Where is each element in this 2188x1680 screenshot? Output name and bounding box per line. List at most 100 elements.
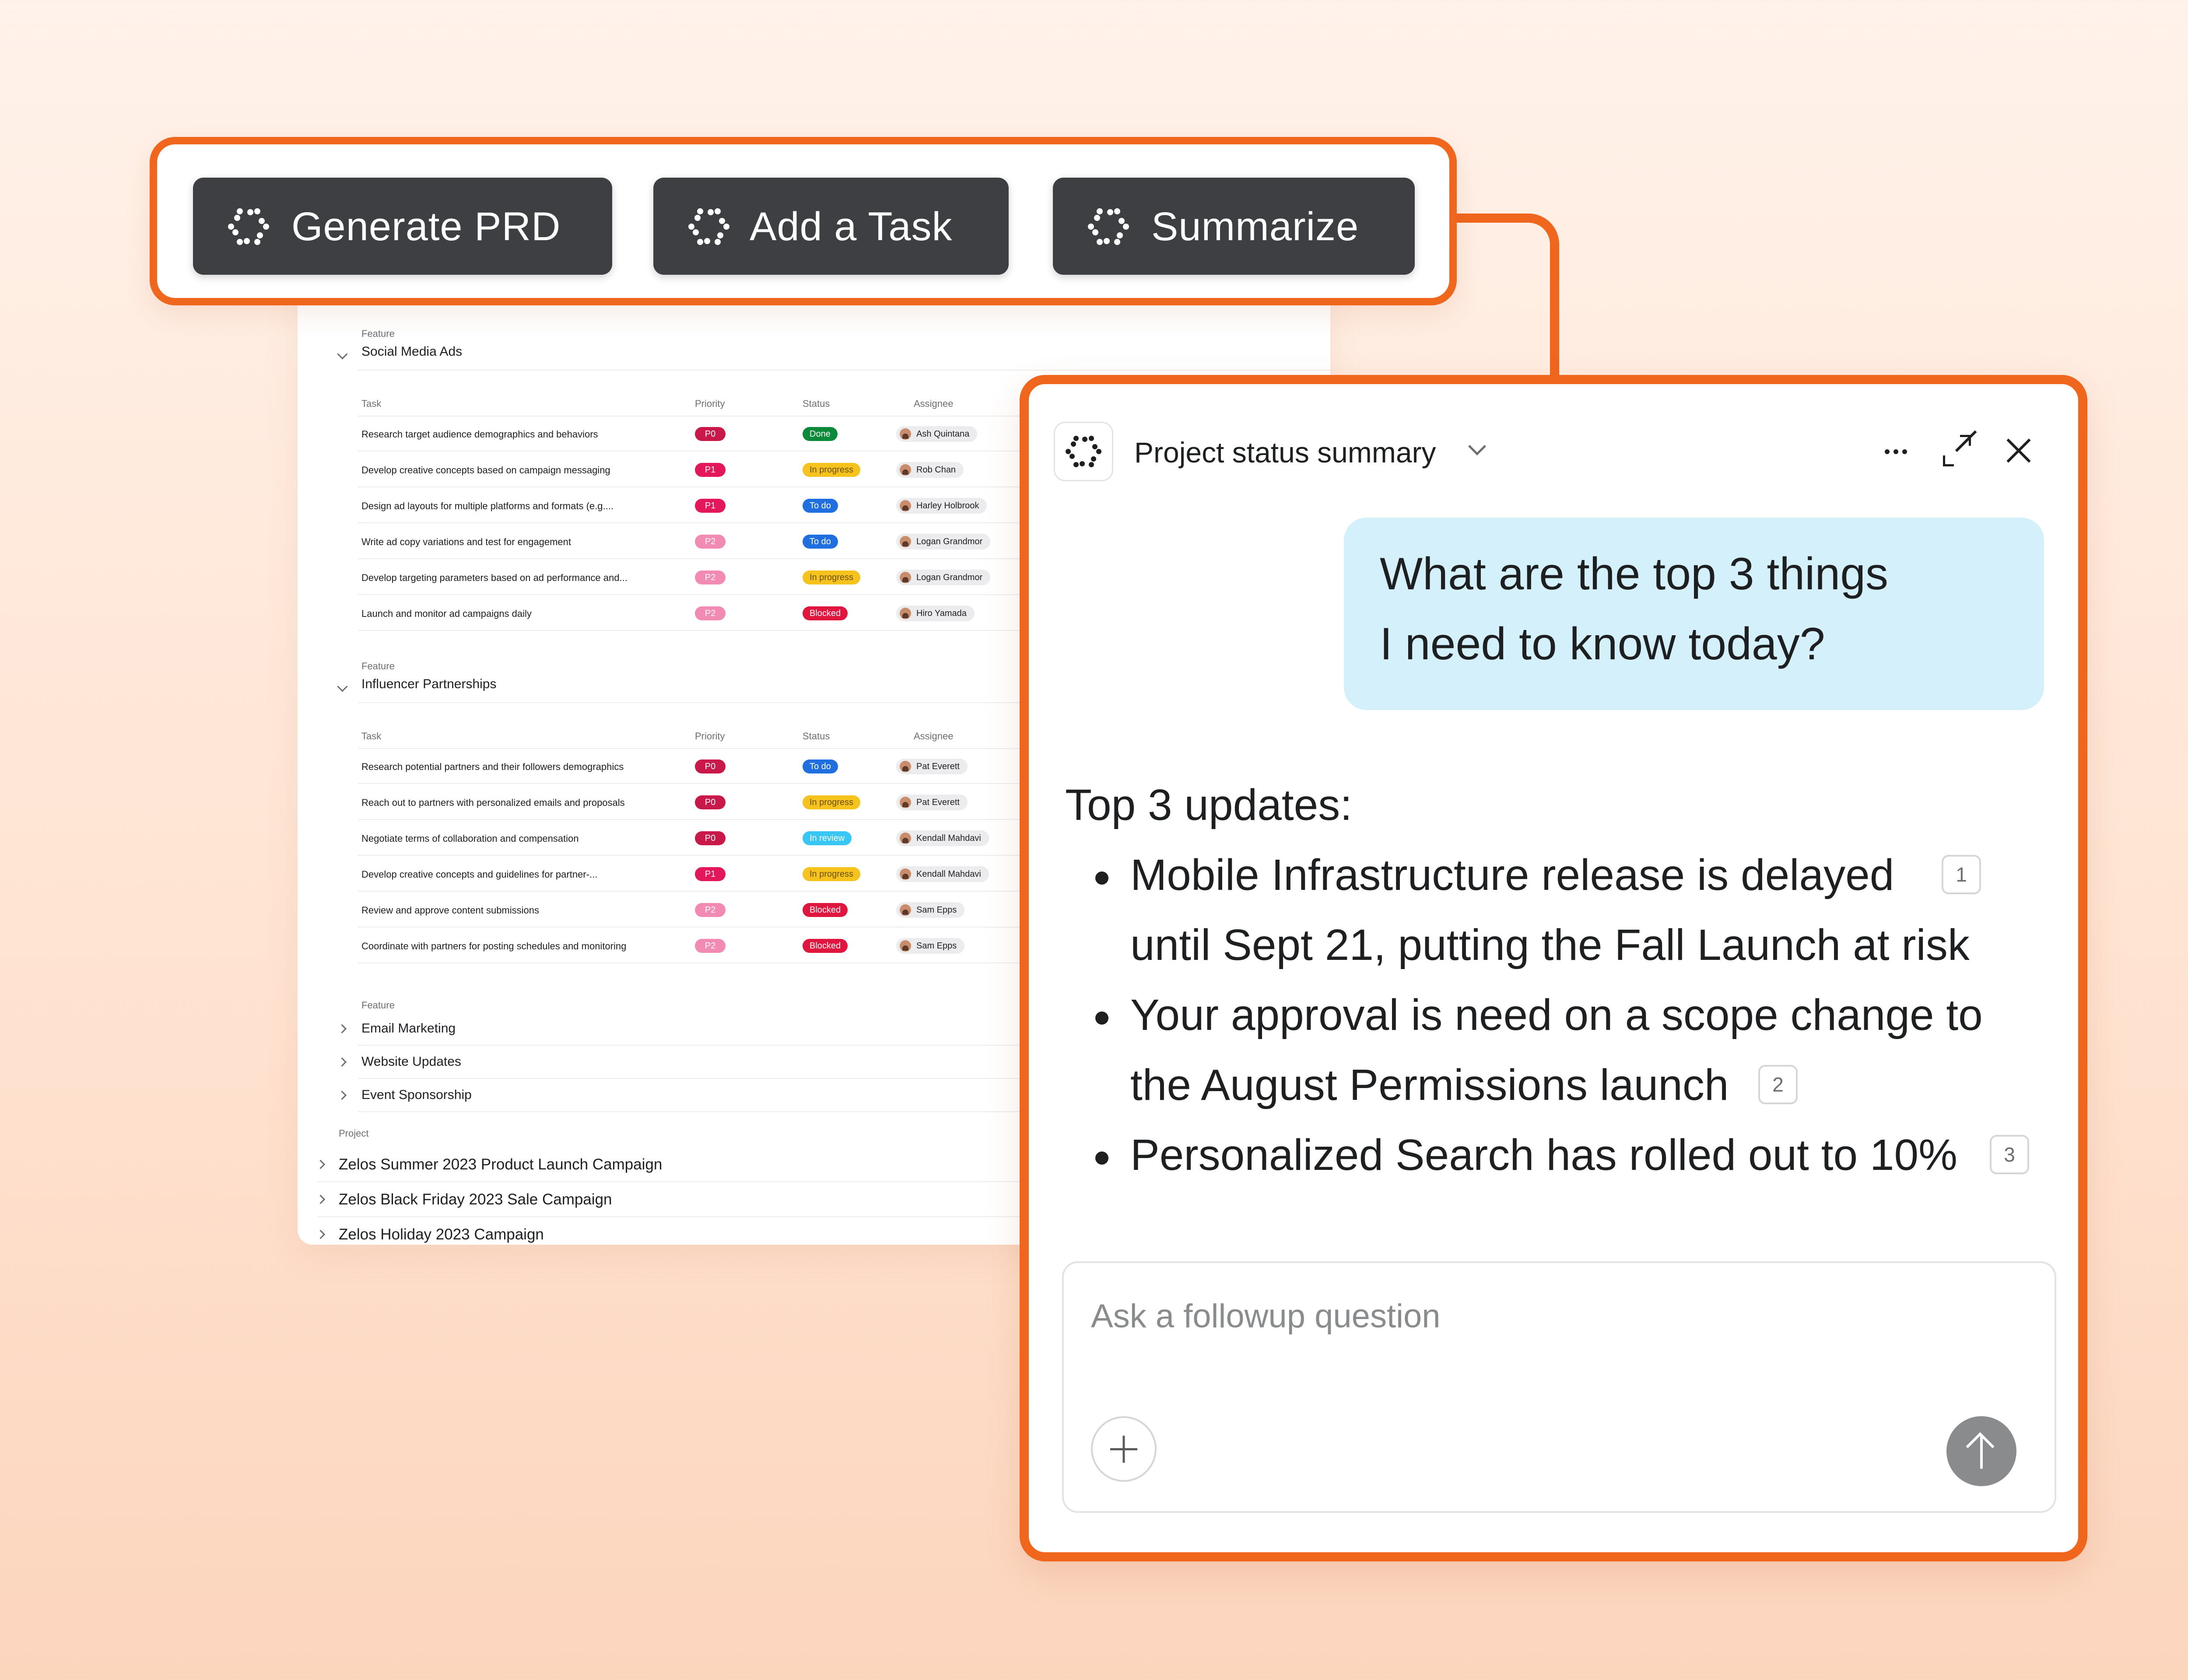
status-badge[interactable]: Blocked bbox=[803, 903, 848, 917]
project-title[interactable]: Zelos Summer 2023 Product Launch Campaig… bbox=[339, 1156, 662, 1173]
status-badge[interactable]: In progress bbox=[803, 795, 861, 809]
task-name[interactable]: Develop creative concepts based on campa… bbox=[361, 465, 610, 476]
assignee-chip[interactable]: Sam Epps bbox=[896, 902, 965, 918]
task-name[interactable]: Research target audience demographics an… bbox=[361, 429, 598, 440]
sparkle-icon bbox=[1066, 434, 1102, 470]
feature-kicker: Feature bbox=[361, 661, 395, 672]
chevron-right-icon[interactable] bbox=[316, 1194, 326, 1204]
bullet-dot bbox=[1095, 1012, 1108, 1025]
project-title[interactable]: Zelos Black Friday 2023 Sale Campaign bbox=[339, 1191, 612, 1208]
citation-badge[interactable]: 3 bbox=[1990, 1135, 2029, 1174]
task-name[interactable]: Research potential partners and their fo… bbox=[361, 761, 624, 773]
chevron-right-icon[interactable] bbox=[316, 1159, 326, 1169]
add-task-label: Add a Task bbox=[750, 204, 953, 249]
assignee-chip[interactable]: Pat Everett bbox=[896, 759, 968, 774]
citation-badge[interactable]: 1 bbox=[1942, 855, 1981, 894]
summarize-label: Summarize bbox=[1151, 204, 1359, 249]
send-button[interactable] bbox=[1946, 1416, 2016, 1486]
chevron-down-icon[interactable] bbox=[337, 349, 348, 360]
assignee-name: Hiro Yamada bbox=[916, 609, 967, 618]
feature-title[interactable]: Website Updates bbox=[361, 1054, 461, 1069]
column-header-priority: Priority bbox=[695, 731, 725, 742]
feature-title[interactable]: Event Sponsorship bbox=[361, 1088, 472, 1102]
avatar bbox=[900, 904, 911, 916]
chevron-right-icon[interactable] bbox=[316, 1229, 326, 1239]
status-badge[interactable]: To do bbox=[803, 760, 838, 774]
column-header-assignee: Assignee bbox=[914, 398, 954, 409]
assignee-chip[interactable]: Pat Everett bbox=[896, 794, 968, 810]
generate-prd-button[interactable]: Generate PRD bbox=[193, 178, 612, 275]
assignee-chip[interactable]: Ash Quintana bbox=[896, 426, 978, 442]
task-name[interactable]: Design ad layouts for multiple platforms… bbox=[361, 500, 614, 512]
priority-badge: P0 bbox=[695, 795, 726, 809]
expand-icon[interactable] bbox=[1939, 430, 1977, 468]
bullet-dot bbox=[1095, 872, 1108, 885]
answer-line: Your approval is need on a scope change … bbox=[1130, 990, 1983, 1040]
assignee-chip[interactable]: Logan Grandmor bbox=[896, 570, 991, 585]
status-badge[interactable]: In review bbox=[803, 831, 852, 845]
assignee-chip[interactable]: Harley Holbrook bbox=[896, 498, 987, 514]
followup-input[interactable] bbox=[1090, 1289, 2011, 1343]
assignee-chip[interactable]: Kendall Mahdavi bbox=[896, 830, 989, 846]
assignee-name: Logan Grandmor bbox=[916, 537, 983, 546]
divider bbox=[358, 370, 1330, 371]
feature-kicker: Feature bbox=[361, 328, 395, 339]
summarize-button[interactable]: Summarize bbox=[1053, 178, 1415, 275]
avatar bbox=[900, 797, 911, 808]
task-name[interactable]: Coordinate with partners for posting sch… bbox=[361, 941, 626, 952]
answer-heading: Top 3 updates: bbox=[1065, 780, 1353, 830]
task-name[interactable]: Reach out to partners with personalized … bbox=[361, 797, 625, 808]
feature-title[interactable]: Social Media Ads bbox=[361, 344, 462, 359]
project-title[interactable]: Zelos Holiday 2023 Campaign bbox=[339, 1226, 544, 1243]
assignee-name: Sam Epps bbox=[916, 905, 957, 915]
avatar bbox=[900, 761, 911, 772]
chevron-right-icon[interactable] bbox=[337, 1057, 347, 1067]
status-badge[interactable]: To do bbox=[803, 499, 838, 513]
avatar bbox=[900, 572, 911, 583]
assignee-chip[interactable]: Rob Chan bbox=[896, 462, 964, 478]
add-task-button[interactable]: Add a Task bbox=[653, 178, 1009, 275]
assignee-name: Pat Everett bbox=[916, 762, 960, 771]
followup-composer bbox=[1062, 1261, 2056, 1513]
feature-title[interactable]: Influencer Partnerships bbox=[361, 677, 497, 692]
task-name[interactable]: Review and approve content submissions bbox=[361, 905, 539, 916]
avatar bbox=[900, 536, 911, 547]
status-badge[interactable]: In progress bbox=[803, 463, 861, 477]
task-name[interactable]: Negotiate terms of collaboration and com… bbox=[361, 833, 579, 844]
feature-kicker: Feature bbox=[361, 1000, 395, 1011]
status-badge[interactable]: In progress bbox=[803, 570, 861, 584]
chevron-right-icon[interactable] bbox=[337, 1024, 347, 1034]
sparkle-icon bbox=[1088, 206, 1129, 247]
task-name[interactable]: Develop targeting parameters based on ad… bbox=[361, 572, 628, 584]
assignee-name: Rob Chan bbox=[916, 465, 956, 475]
feature-title[interactable]: Email Marketing bbox=[361, 1021, 456, 1036]
status-badge[interactable]: Blocked bbox=[803, 606, 848, 620]
citation-badge[interactable]: 2 bbox=[1758, 1065, 1798, 1104]
avatar bbox=[900, 833, 911, 844]
assignee-chip[interactable]: Logan Grandmor bbox=[896, 534, 991, 550]
task-name[interactable]: Write ad copy variations and test for en… bbox=[361, 536, 571, 548]
assignee-chip[interactable]: Hiro Yamada bbox=[896, 606, 975, 621]
column-header-status: Status bbox=[803, 731, 830, 742]
add-attachment-button[interactable] bbox=[1091, 1416, 1157, 1482]
chat-title[interactable]: Project status summary bbox=[1134, 436, 1436, 469]
assignee-name: Ash Quintana bbox=[916, 429, 970, 439]
status-badge[interactable]: To do bbox=[803, 535, 838, 549]
ai-chat-panel: Project status summary What are the top … bbox=[1020, 375, 2087, 1561]
assignee-chip[interactable]: Kendall Mahdavi bbox=[896, 866, 989, 882]
answer-line: Personalized Search has rolled out to 10… bbox=[1130, 1130, 1958, 1180]
status-badge[interactable]: In progress bbox=[803, 867, 861, 881]
task-name[interactable]: Launch and monitor ad campaigns daily bbox=[361, 608, 532, 620]
chevron-right-icon[interactable] bbox=[337, 1090, 347, 1100]
chevron-down-icon[interactable] bbox=[1468, 437, 1487, 456]
column-header-task: Task bbox=[361, 731, 382, 742]
priority-badge: P2 bbox=[695, 535, 726, 549]
close-icon[interactable] bbox=[2001, 433, 2036, 468]
priority-badge: P1 bbox=[695, 867, 726, 881]
task-name[interactable]: Develop creative concepts and guidelines… bbox=[361, 869, 597, 880]
assignee-chip[interactable]: Sam Epps bbox=[896, 938, 965, 954]
status-badge[interactable]: Done bbox=[803, 427, 838, 441]
more-options-icon[interactable] bbox=[1879, 433, 1914, 468]
chevron-down-icon[interactable] bbox=[337, 681, 348, 692]
status-badge[interactable]: Blocked bbox=[803, 939, 848, 953]
